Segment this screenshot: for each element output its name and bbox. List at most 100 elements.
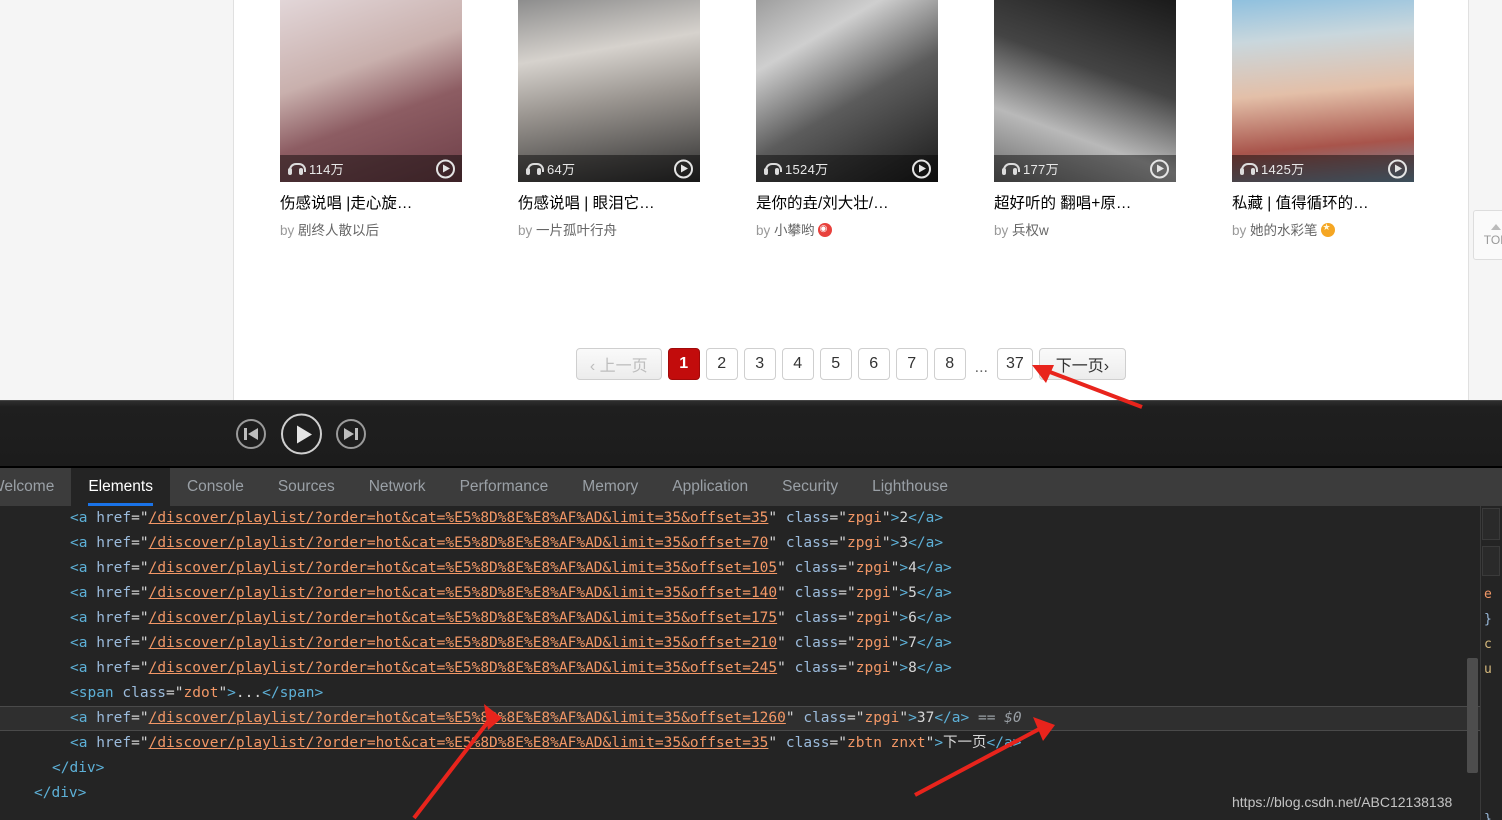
scroll-to-top-label: TOP	[1483, 232, 1502, 247]
pagination-page-1[interactable]: 1	[667, 348, 700, 380]
tab-elements[interactable]: Elements	[71, 468, 170, 506]
tab-network[interactable]: Network	[352, 468, 443, 506]
headphone-icon	[764, 162, 782, 175]
pagination-ellipsis: ...	[974, 359, 988, 376]
dom-code-line[interactable]: <a href="/discover/playlist/?order=hot&c…	[0, 506, 1502, 531]
playlist-title[interactable]: 伤感说唱 |走心旋…	[280, 193, 462, 215]
playlist-cover[interactable]: 177万	[994, 0, 1176, 182]
pagination-page-6[interactable]: 6	[857, 348, 890, 380]
playlist-cover[interactable]: 114万	[280, 0, 462, 182]
devtools-panel: Welcome Elements Console Sources Network…	[0, 467, 1502, 820]
author-name[interactable]: 剧终人散以后	[298, 223, 379, 238]
pagination: ‹ 上一页 1 2 3 4 5 6 7 8 ... 37 下一页›	[234, 348, 1468, 380]
music-player-bar: 出山 花粥/王胜娚 00:00 / 00:00 1	[0, 400, 1502, 820]
playlist-cover-overlay: 1425万	[1232, 155, 1414, 182]
scrollbar-thumb[interactable]	[1467, 658, 1478, 773]
playlist-card[interactable]: by AzR_Teli 1425万 私藏 | 值得循环的… by 她的水彩笔	[1232, 0, 1470, 240]
play-icon[interactable]	[674, 159, 693, 178]
pagination-next-button[interactable]: 下一页›	[1038, 348, 1127, 380]
pagination-page-3[interactable]: 3	[743, 348, 776, 380]
dom-code-line[interactable]: <a href="/discover/playlist/?order=hot&c…	[0, 656, 1502, 681]
author-name[interactable]: 小攀哟	[774, 223, 815, 238]
play-count: 177万	[1023, 162, 1059, 177]
tab-lighthouse[interactable]: Lighthouse	[855, 468, 965, 506]
playlist-card[interactable]: by 韩羡Y 177万 超好听的 翻唱+原… by 兵权w	[994, 0, 1232, 240]
caret-up-icon	[1491, 223, 1501, 230]
headphone-icon	[1002, 162, 1020, 175]
playlist-author: by 她的水彩笔	[1232, 220, 1470, 240]
playlist-cover[interactable]: 64万	[518, 0, 700, 182]
dom-code-line[interactable]: <a href="/discover/playlist/?order=hot&c…	[0, 731, 1502, 756]
by-prefix: by	[994, 223, 1009, 238]
dom-code-line-selected[interactable]: <a href="/discover/playlist/?order=hot&c…	[0, 706, 1502, 731]
playlist-cover[interactable]: 1524万	[756, 0, 938, 182]
pagination-page-8[interactable]: 8	[933, 348, 966, 380]
playlist-cover-overlay: 64万	[518, 155, 700, 182]
dom-code-line[interactable]: <span class="zdot">...</span>	[0, 681, 1502, 706]
playlist-cover-overlay: 114万	[280, 155, 462, 182]
tab-security[interactable]: Security	[765, 468, 855, 506]
skip-next-icon[interactable]	[336, 418, 366, 449]
dom-code-line[interactable]: <a href="/discover/playlist/?order=hot&c…	[0, 606, 1502, 631]
play-count: 1524万	[785, 162, 829, 177]
by-prefix: by	[280, 223, 295, 238]
pagination-page-4[interactable]: 4	[781, 348, 814, 380]
tab-console[interactable]: Console	[170, 468, 261, 506]
dom-code-lines: <a href="/discover/playlist/?order=hot&c…	[0, 506, 1502, 806]
page-content-canvas: by 太空飞翔计划 114万 伤感说唱 |走心旋… by 剧终人散以后	[233, 0, 1469, 400]
playlist-cover[interactable]: 1425万	[1232, 0, 1414, 182]
elements-tree[interactable]: <a href="/discover/playlist/?order=hot&c…	[0, 506, 1502, 820]
playlist-title[interactable]: 私藏 | 值得循环的…	[1232, 193, 1414, 215]
playlist-cover-overlay: 177万	[994, 155, 1176, 182]
dom-code-line[interactable]: <a href="/discover/playlist/?order=hot&c…	[0, 581, 1502, 606]
pagination-prev-button[interactable]: ‹ 上一页	[575, 348, 662, 380]
playlist-author: by 一片孤叶行舟	[518, 222, 756, 240]
author-name[interactable]: 她的水彩笔	[1250, 223, 1318, 238]
pagination-page-5[interactable]: 5	[819, 348, 852, 380]
playlist-title[interactable]: 是你的垚/刘大壮/…	[756, 193, 938, 215]
playlist-title[interactable]: 伤感说唱 | 眼泪它…	[518, 193, 700, 215]
scroll-to-top-button[interactable]: TOP	[1473, 210, 1502, 260]
pagination-page-last[interactable]: 37	[996, 348, 1033, 380]
pagination-page-2[interactable]: 2	[705, 348, 738, 380]
tab-sources[interactable]: Sources	[261, 468, 352, 506]
play-icon[interactable]	[281, 413, 322, 454]
tab-memory[interactable]: Memory	[565, 468, 655, 506]
play-icon[interactable]	[436, 159, 455, 178]
play-icon[interactable]	[912, 159, 931, 178]
dom-code-line[interactable]: <a href="/discover/playlist/?order=hot&c…	[0, 556, 1502, 581]
dom-code-line[interactable]: </div>	[0, 756, 1502, 781]
styles-panel-edge: e } c u } {	[1480, 506, 1502, 820]
styles-box	[1482, 546, 1500, 576]
tab-welcome[interactable]: Welcome	[0, 468, 71, 506]
headphone-icon	[526, 162, 544, 175]
playlist-author: by 剧终人散以后	[280, 222, 518, 240]
play-count: 64万	[547, 162, 576, 177]
dom-code-line[interactable]: <a href="/discover/playlist/?order=hot&c…	[0, 631, 1502, 656]
pagination-page-7[interactable]: 7	[895, 348, 928, 380]
browser-page-area: by 太空飞翔计划 114万 伤感说唱 |走心旋… by 剧终人散以后	[0, 0, 1502, 400]
playlist-card[interactable]: by 太空飞翔计划 114万 伤感说唱 |走心旋… by 剧终人散以后	[280, 0, 518, 240]
playlist-card[interactable]: by 泠冽時雨 1524万 是你的垚/刘大壮/… by 小攀哟	[756, 0, 994, 240]
author-name[interactable]: 兵权w	[1012, 223, 1049, 238]
devtools-tab-bar: Welcome Elements Console Sources Network…	[0, 468, 1502, 506]
devtools-scrollbar[interactable]	[1466, 506, 1479, 820]
playlist-card[interactable]: by molan- 64万 伤感说唱 | 眼泪它… by 一片孤叶行舟	[518, 0, 756, 240]
page-right-gutter	[1470, 0, 1502, 400]
author-name[interactable]: 一片孤叶行舟	[536, 223, 617, 238]
tab-performance[interactable]: Performance	[443, 468, 566, 506]
play-icon[interactable]	[1150, 159, 1169, 178]
dom-code-line[interactable]: <a href="/discover/playlist/?order=hot&c…	[0, 531, 1502, 556]
red-badge-icon	[817, 221, 832, 237]
play-icon[interactable]	[1388, 159, 1407, 178]
play-count: 114万	[309, 162, 344, 177]
tab-application[interactable]: Application	[655, 468, 765, 506]
skip-previous-icon[interactable]	[236, 418, 266, 449]
playlist-author: by 小攀哟	[756, 221, 994, 240]
playlist-title[interactable]: 超好听的 翻唱+原…	[994, 193, 1176, 215]
playlist-author: by 兵权w	[994, 222, 1232, 240]
playlist-cover-overlay: 1524万	[756, 155, 938, 182]
screen-root: by 太空飞翔计划 114万 伤感说唱 |走心旋… by 剧终人散以后	[0, 0, 1502, 820]
headphone-icon	[1240, 162, 1258, 175]
by-prefix: by	[518, 223, 533, 238]
